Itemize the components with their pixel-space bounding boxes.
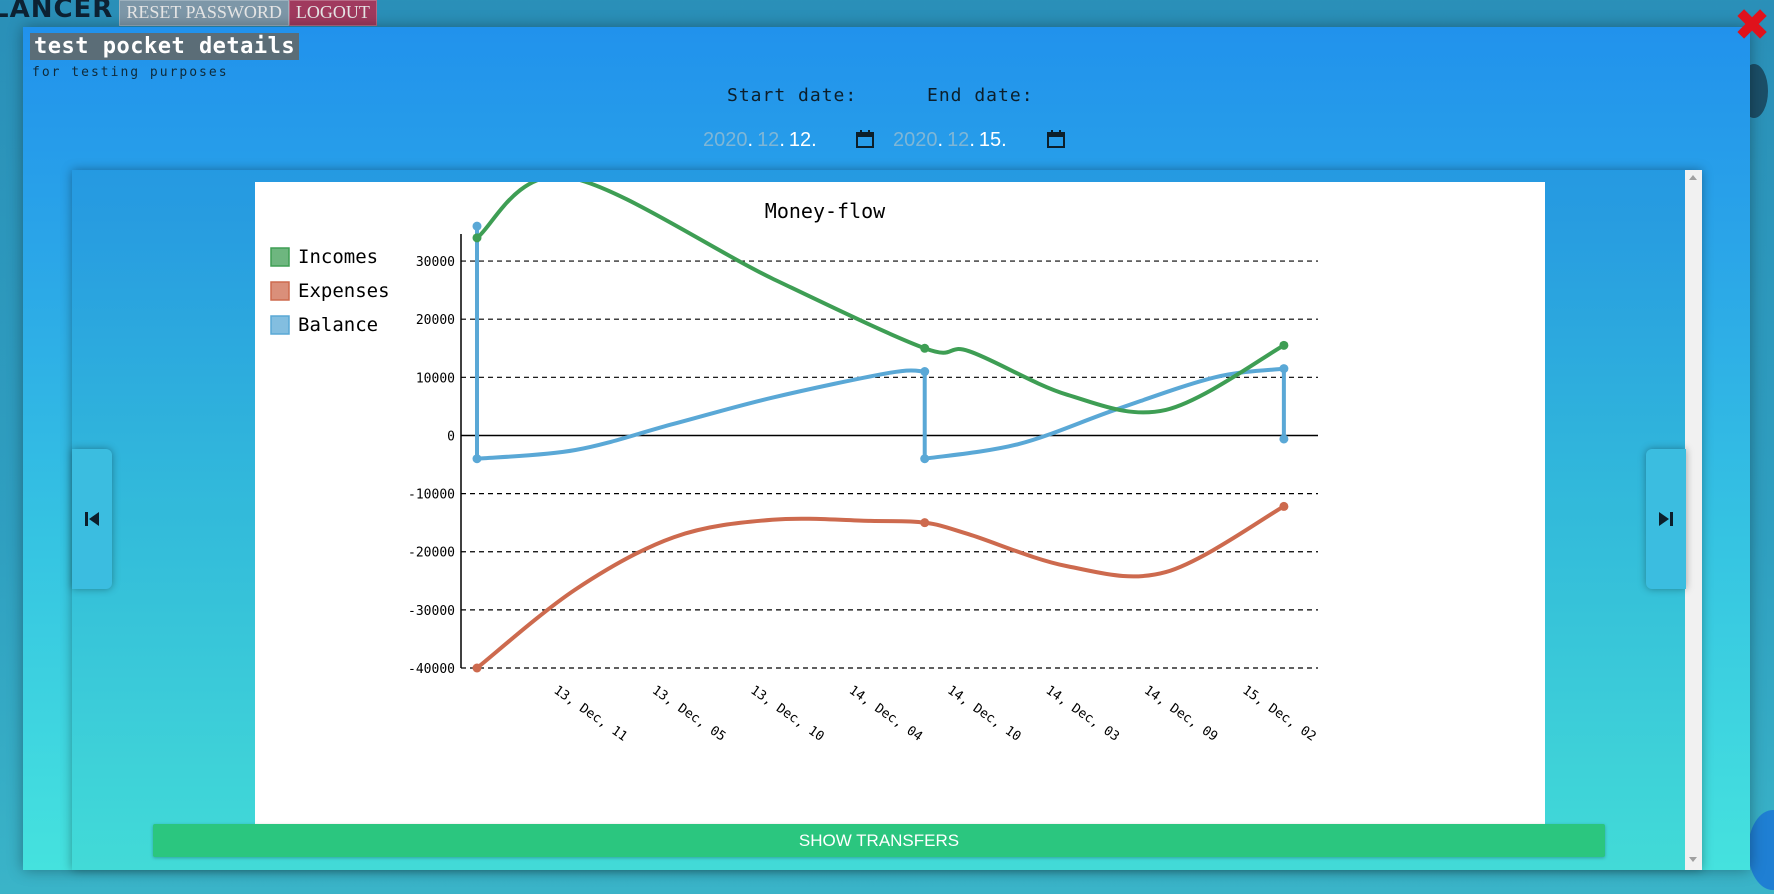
skip-first-icon: [85, 512, 99, 526]
data-point-balance: [472, 454, 482, 464]
x-tick-label: 14, Dec, 09: [1141, 683, 1220, 745]
series-line-expenses: [475, 504, 1285, 670]
y-tick-label: -30000: [408, 604, 455, 619]
data-point-incomes: [1279, 340, 1289, 350]
start-calendar-icon[interactable]: [856, 130, 874, 148]
x-tick-label: 13, Dec, 05: [649, 683, 728, 745]
y-tick-label: 10000: [416, 371, 455, 386]
legend-swatch-expenses: [270, 281, 290, 301]
chart-container: Money-flow 30000 20000 10000 0 -10000 -20000 -3…: [255, 174, 1545, 825]
money-flow-chart: Money-flow 30000 20000 10000 0 -10000 -20000 -3…: [270, 174, 1319, 745]
data-point-balance: [1279, 364, 1289, 374]
y-tick-label: 0: [447, 429, 455, 444]
legend-swatch-incomes: [270, 247, 290, 267]
data-point-expenses: [920, 518, 930, 528]
end-year[interactable]: 2020: [893, 129, 938, 152]
data-point-balance: [920, 367, 930, 377]
start-date-input[interactable]: 2020. 12. 12.: [703, 127, 817, 153]
x-tick-label: 15, Dec, 02: [1240, 683, 1319, 745]
legend-swatch-balance: [270, 315, 290, 335]
legend-label-expenses: Expenses: [298, 280, 390, 302]
last-page-button[interactable]: [1646, 449, 1686, 589]
data-point-balance: [920, 454, 930, 464]
data-point-expenses: [1279, 501, 1289, 511]
chart-panel: Money-flow 30000 20000 10000 0 -10000 -20000 -3…: [72, 170, 1702, 870]
top-bar: LANCER RESET PASSWORD LOGOUT: [0, 0, 377, 26]
start-date-label: Start date:: [727, 85, 858, 106]
x-tick-label: 13, Dec, 11: [551, 683, 630, 745]
x-tick-label: 14, Dec, 10: [944, 683, 1023, 745]
reset-password-button[interactable]: RESET PASSWORD: [119, 0, 289, 26]
start-month[interactable]: 12: [757, 129, 779, 152]
start-year[interactable]: 2020: [703, 129, 748, 152]
scroll-down-icon[interactable]: [1689, 857, 1697, 862]
data-point-incomes: [920, 343, 930, 353]
scroll-up-icon[interactable]: [1689, 175, 1697, 180]
end-date-input[interactable]: 2020. 12. 15.: [893, 127, 1007, 153]
start-day[interactable]: 12: [789, 129, 811, 152]
end-month[interactable]: 12: [947, 129, 969, 152]
x-tick-label: 13, Dec, 10: [748, 683, 827, 745]
chart-title: Money-flow: [765, 199, 886, 223]
first-page-button[interactable]: [72, 449, 112, 589]
data-point-balance: [472, 221, 482, 231]
legend-label-balance: Balance: [298, 314, 378, 336]
pocket-title: test pocket details: [30, 33, 300, 60]
skip-last-icon: [1659, 512, 1673, 526]
background-menu-button[interactable]: [1748, 810, 1774, 890]
pocket-details-modal: test pocket details for testing purposes…: [23, 27, 1750, 870]
data-point-incomes: [472, 233, 482, 243]
brand-logo: LANCER: [0, 0, 114, 24]
data-point-expenses: [472, 663, 482, 673]
y-tick-label: -20000: [408, 546, 455, 561]
legend-label-incomes: Incomes: [298, 246, 378, 268]
y-tick-label: 20000: [416, 313, 455, 328]
y-tick-label: -10000: [408, 488, 455, 503]
y-tick-label: -40000: [408, 662, 455, 677]
show-transfers-button[interactable]: SHOW TRANSFERS: [153, 824, 1605, 857]
x-tick-label: 14, Dec, 03: [1043, 683, 1122, 745]
end-date-label: End date:: [927, 85, 1034, 106]
pocket-subtitle: for testing purposes: [32, 65, 229, 80]
logout-button[interactable]: LOGOUT: [288, 0, 377, 26]
data-point-balance: [1279, 434, 1289, 444]
end-day[interactable]: 15: [979, 129, 1001, 152]
vertical-scrollbar[interactable]: [1685, 170, 1702, 870]
x-tick-label: 14, Dec, 04: [846, 683, 925, 745]
close-modal-icon[interactable]: ✖: [1732, 4, 1772, 48]
y-tick-label: 30000: [416, 255, 455, 270]
end-calendar-icon[interactable]: [1047, 130, 1065, 148]
